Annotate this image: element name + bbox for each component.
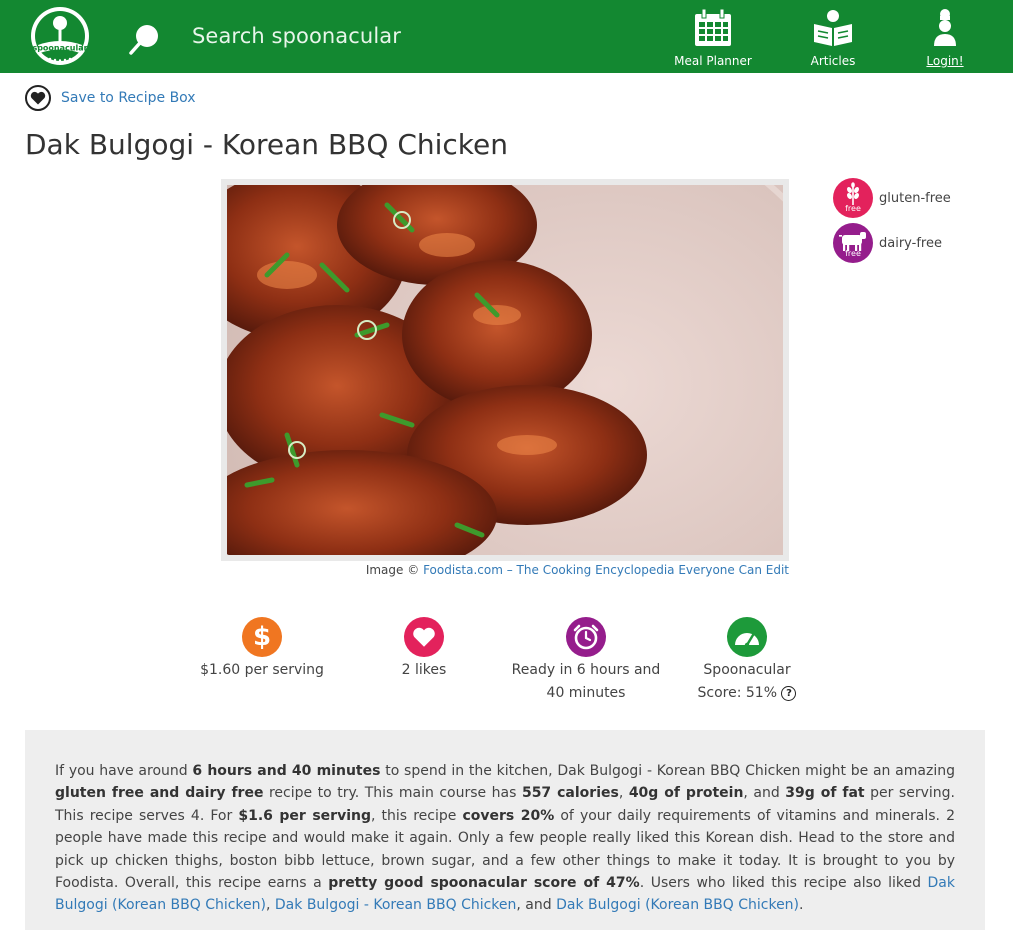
top-navigation-bar: spoonacular Search spoonacular Meal Plan… bbox=[0, 0, 1013, 73]
related-recipe-link[interactable]: Dak Bulgogi (Korean BBQ Chicken) bbox=[556, 897, 799, 913]
calendar-icon bbox=[695, 8, 731, 46]
chef-icon bbox=[934, 9, 956, 46]
nav-meal-planner[interactable]: Meal Planner bbox=[672, 8, 754, 68]
ready-time-line1: Ready in 6 hours and bbox=[511, 662, 661, 678]
recipe-image-frame bbox=[221, 179, 789, 561]
search-icon[interactable] bbox=[128, 22, 164, 58]
save-to-recipe-box-button[interactable]: Save to Recipe Box bbox=[25, 83, 196, 113]
gluten-free-sub: free bbox=[845, 204, 861, 213]
score-line2: Score: 51% bbox=[697, 685, 778, 701]
badge-dairy-free: free dairy-free bbox=[833, 223, 942, 263]
summary-bold: 557 calories bbox=[521, 785, 619, 802]
dairy-free-label: dairy-free bbox=[879, 235, 942, 251]
summary-text: recipe to try. This main course has bbox=[263, 785, 522, 802]
save-to-recipe-box-label: Save to Recipe Box bbox=[61, 90, 196, 106]
nav-login-label: Login! bbox=[926, 54, 964, 68]
dollar-icon: $ bbox=[242, 617, 282, 657]
nav-articles-label: Articles bbox=[810, 54, 856, 68]
cow-icon: free bbox=[833, 223, 873, 263]
wheat-icon: free bbox=[833, 178, 873, 218]
summary-text: , bbox=[266, 897, 275, 914]
image-credit: Image © Foodista.com – The Cooking Encyc… bbox=[366, 563, 789, 577]
summary-bold: 40g of protein bbox=[628, 785, 744, 802]
heart-icon bbox=[404, 617, 444, 657]
stat-likes[interactable]: 2 likes bbox=[374, 617, 474, 682]
summary-bold: 39g of fat bbox=[785, 785, 865, 802]
recipe-title: Dak Bulgogi - Korean BBQ Chicken bbox=[25, 128, 508, 161]
spoonacular-logo[interactable]: spoonacular bbox=[30, 5, 90, 67]
stat-spoonacular-score: Spoonacular Score: 51% ? bbox=[682, 617, 812, 705]
image-credit-link[interactable]: Foodista.com – The Cooking Encyclopedia … bbox=[423, 563, 789, 577]
book-reader-icon bbox=[814, 10, 852, 46]
nav-login[interactable]: Login! bbox=[915, 8, 975, 68]
stat-price: $ $1.60 per serving bbox=[187, 617, 337, 682]
summary-text: , and bbox=[516, 897, 557, 914]
summary-text: , this recipe bbox=[371, 807, 463, 824]
heart-icon bbox=[25, 85, 51, 111]
summary-text: , and bbox=[743, 785, 786, 802]
summary-text: to spend in the kitchen, Dak Bulgogi - K… bbox=[380, 763, 955, 779]
summary-text: . Users who liked this recipe also liked bbox=[639, 875, 928, 892]
likes-count: 2 likes bbox=[401, 662, 447, 678]
image-credit-prefix: Image © bbox=[365, 563, 420, 577]
summary-bold: 6 hours and 40 minutes bbox=[192, 763, 381, 779]
search-input[interactable]: Search spoonacular bbox=[192, 24, 401, 48]
summary-bold: $1.6 per serving bbox=[238, 807, 371, 824]
recipe-image bbox=[227, 185, 783, 555]
alarm-clock-icon bbox=[566, 617, 606, 657]
nav-articles[interactable]: Articles bbox=[800, 8, 866, 68]
help-icon[interactable]: ? bbox=[781, 686, 797, 701]
badge-gluten-free: free gluten-free bbox=[833, 178, 951, 218]
summary-text: . bbox=[799, 897, 804, 914]
nav-meal-planner-label: Meal Planner bbox=[674, 54, 752, 68]
score-line1: Spoonacular bbox=[703, 662, 791, 678]
recipe-summary: If you have around 6 hours and 40 minute… bbox=[25, 730, 985, 930]
ready-time-line2: 40 minutes bbox=[546, 685, 626, 701]
gluten-free-label: gluten-free bbox=[879, 190, 951, 206]
summary-text: , bbox=[618, 785, 629, 802]
logo-icon: spoonacular bbox=[31, 7, 89, 65]
stat-ready-time: Ready in 6 hours and 40 minutes bbox=[506, 617, 666, 705]
related-recipe-link[interactable]: Dak Bulgogi - Korean BBQ Chicken bbox=[275, 897, 517, 913]
summary-bold: covers 20% bbox=[462, 807, 555, 824]
price-per-serving: $1.60 per serving bbox=[200, 662, 324, 678]
gauge-icon bbox=[727, 617, 767, 657]
summary-bold: pretty good spoonacular score of 47% bbox=[328, 875, 640, 892]
summary-bold: gluten free and dairy free bbox=[55, 785, 264, 802]
logo-wordmark: spoonacular bbox=[32, 44, 87, 53]
summary-text: If you have around bbox=[55, 763, 193, 779]
dairy-free-sub: free bbox=[845, 249, 861, 258]
